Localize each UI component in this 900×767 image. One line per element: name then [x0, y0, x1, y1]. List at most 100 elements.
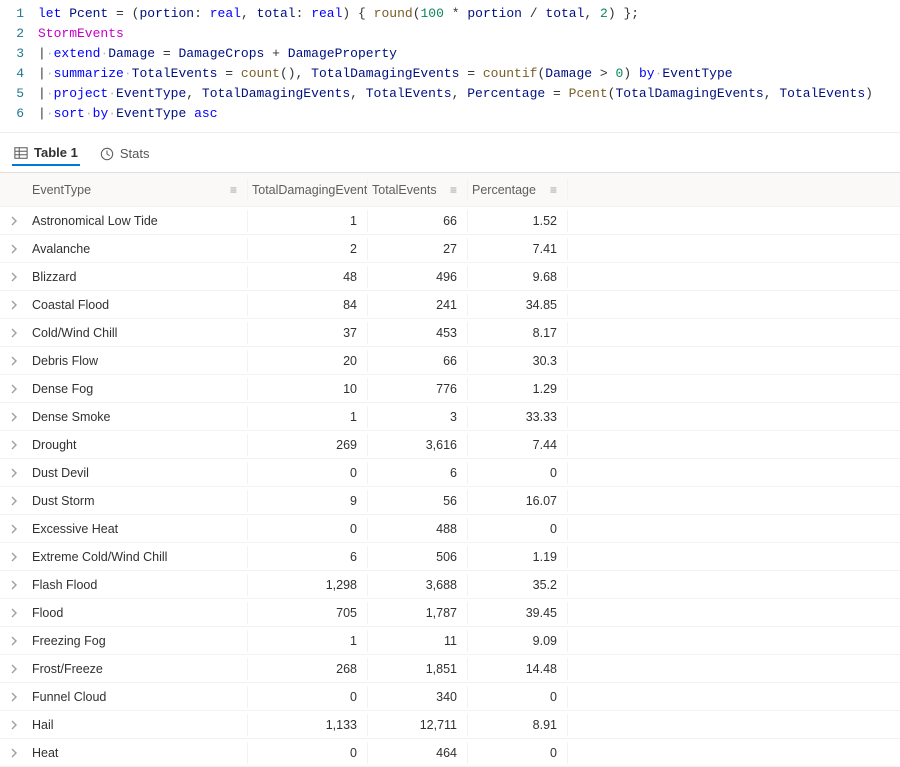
table-row[interactable]: Freezing Fog1119.09 [0, 627, 900, 655]
cell-eventtype: Blizzard [28, 266, 248, 288]
tab-stats[interactable]: Stats [98, 142, 152, 165]
cell-totaldamagingevents: 1 [248, 630, 368, 652]
expand-row-icon[interactable] [0, 636, 28, 646]
cell-totaldamagingevents: 0 [248, 686, 368, 708]
table-row[interactable]: Extreme Cold/Wind Chill65061.19 [0, 543, 900, 571]
cell-percentage: 7.41 [468, 238, 568, 260]
table-row[interactable]: Funnel Cloud03400 [0, 683, 900, 711]
cell-eventtype: Dust Devil [28, 462, 248, 484]
cell-eventtype: Astronomical Low Tide [28, 210, 248, 232]
expand-row-icon[interactable] [0, 524, 28, 534]
code-content[interactable]: let Pcent = (portion: real, total: real)… [38, 4, 900, 24]
expand-row-icon[interactable] [0, 692, 28, 702]
code-content[interactable]: |·extend·Damage = DamageCrops + DamagePr… [38, 44, 900, 64]
cell-totaldamagingevents: 269 [248, 434, 368, 456]
column-header-totalevents[interactable]: TotalEvents≡ [368, 179, 468, 201]
cell-eventtype: Flash Flood [28, 574, 248, 596]
query-editor[interactable]: 1let Pcent = (portion: real, total: real… [0, 0, 900, 132]
tab-table1-label: Table 1 [34, 145, 78, 160]
table-row[interactable]: Dense Fog107761.29 [0, 375, 900, 403]
expand-row-icon[interactable] [0, 300, 28, 310]
expand-row-icon[interactable] [0, 468, 28, 478]
table-row[interactable]: Hail1,13312,7118.91 [0, 711, 900, 739]
cell-eventtype: Avalanche [28, 238, 248, 260]
expand-row-icon[interactable] [0, 664, 28, 674]
table-row[interactable]: Dense Smoke1333.33 [0, 403, 900, 431]
cell-eventtype: Coastal Flood [28, 294, 248, 316]
column-header-label: EventType [32, 183, 91, 197]
table-row[interactable]: Flood7051,78739.45 [0, 599, 900, 627]
expand-row-icon[interactable] [0, 272, 28, 282]
table-row[interactable]: Cold/Wind Chill374538.17 [0, 319, 900, 347]
cell-totaldamagingevents: 705 [248, 602, 368, 624]
editor-line[interactable]: 1let Pcent = (portion: real, total: real… [0, 4, 900, 24]
cell-totaldamagingevents: 37 [248, 322, 368, 344]
cell-percentage: 39.45 [468, 602, 568, 624]
table-row[interactable]: Frost/Freeze2681,85114.48 [0, 655, 900, 683]
column-menu-icon[interactable]: ≡ [230, 184, 237, 196]
column-header-percentage[interactable]: Percentage ≡ [468, 179, 568, 201]
code-content[interactable]: |·summarize·TotalEvents = count(), Total… [38, 64, 900, 84]
code-content[interactable]: StormEvents [38, 24, 900, 44]
table-row[interactable]: Blizzard484969.68 [0, 263, 900, 291]
column-header-label: Percentage [472, 183, 536, 197]
cell-eventtype: Drought [28, 434, 248, 456]
table-row[interactable]: Drought2693,6167.44 [0, 431, 900, 459]
expand-row-icon[interactable] [0, 356, 28, 366]
cell-eventtype: Dense Fog [28, 378, 248, 400]
cell-percentage: 0 [468, 462, 568, 484]
editor-line[interactable]: 3|·extend·Damage = DamageCrops + DamageP… [0, 44, 900, 64]
column-menu-icon[interactable]: ≡ [550, 184, 557, 196]
table-row[interactable]: Debris Flow206630.3 [0, 347, 900, 375]
cell-totaldamagingevents: 10 [248, 378, 368, 400]
table-row[interactable]: Coastal Flood8424134.85 [0, 291, 900, 319]
editor-line[interactable]: 4|·summarize·TotalEvents = count(), Tota… [0, 64, 900, 84]
column-menu-icon[interactable]: ≡ [450, 184, 457, 196]
cell-percentage: 1.19 [468, 546, 568, 568]
expand-row-icon[interactable] [0, 608, 28, 618]
cell-eventtype: Excessive Heat [28, 518, 248, 540]
cell-totalevents: 340 [368, 686, 468, 708]
cell-totaldamagingevents: 2 [248, 238, 368, 260]
table-row[interactable]: Dust Storm95616.07 [0, 487, 900, 515]
tab-table1[interactable]: Table 1 [12, 141, 80, 166]
expand-row-icon[interactable] [0, 328, 28, 338]
expand-row-icon[interactable] [0, 244, 28, 254]
cell-percentage: 34.85 [468, 294, 568, 316]
expand-row-icon[interactable] [0, 384, 28, 394]
cell-totaldamagingevents: 48 [248, 266, 368, 288]
code-content[interactable]: |·project·EventType, TotalDamagingEvents… [38, 84, 900, 104]
cell-totalevents: 241 [368, 294, 468, 316]
cell-percentage: 14.48 [468, 658, 568, 680]
table-row[interactable]: Dust Devil060 [0, 459, 900, 487]
table-row[interactable]: Avalanche2277.41 [0, 235, 900, 263]
column-header-totaldamagingevents[interactable]: TotalDamagingEvents≡ [248, 179, 368, 201]
expand-row-icon[interactable] [0, 216, 28, 226]
editor-line[interactable]: 2StormEvents [0, 24, 900, 44]
line-number: 1 [0, 4, 38, 24]
editor-line[interactable]: 5|·project·EventType, TotalDamagingEvent… [0, 84, 900, 104]
cell-totaldamagingevents: 6 [248, 546, 368, 568]
cell-totalevents: 66 [368, 210, 468, 232]
column-header-eventtype[interactable]: EventType ≡ [28, 179, 248, 201]
table-row[interactable]: Flash Flood1,2983,68835.2 [0, 571, 900, 599]
cell-totalevents: 453 [368, 322, 468, 344]
cell-percentage: 9.09 [468, 630, 568, 652]
cell-totalevents: 496 [368, 266, 468, 288]
expand-row-icon[interactable] [0, 748, 28, 758]
table-row[interactable]: Astronomical Low Tide1661.52 [0, 207, 900, 235]
expand-row-icon[interactable] [0, 720, 28, 730]
expand-row-icon[interactable] [0, 580, 28, 590]
expand-row-icon[interactable] [0, 440, 28, 450]
expand-row-icon[interactable] [0, 412, 28, 422]
expand-row-icon[interactable] [0, 552, 28, 562]
table-row[interactable]: Heat04640 [0, 739, 900, 767]
editor-line[interactable]: 6|·sort·by·EventType asc [0, 104, 900, 124]
code-content[interactable]: |·sort·by·EventType asc [38, 104, 900, 124]
expand-row-icon[interactable] [0, 496, 28, 506]
cell-totalevents: 1,787 [368, 602, 468, 624]
cell-totaldamagingevents: 268 [248, 658, 368, 680]
cell-totaldamagingevents: 20 [248, 350, 368, 372]
table-row[interactable]: Excessive Heat04880 [0, 515, 900, 543]
cell-totalevents: 3 [368, 406, 468, 428]
